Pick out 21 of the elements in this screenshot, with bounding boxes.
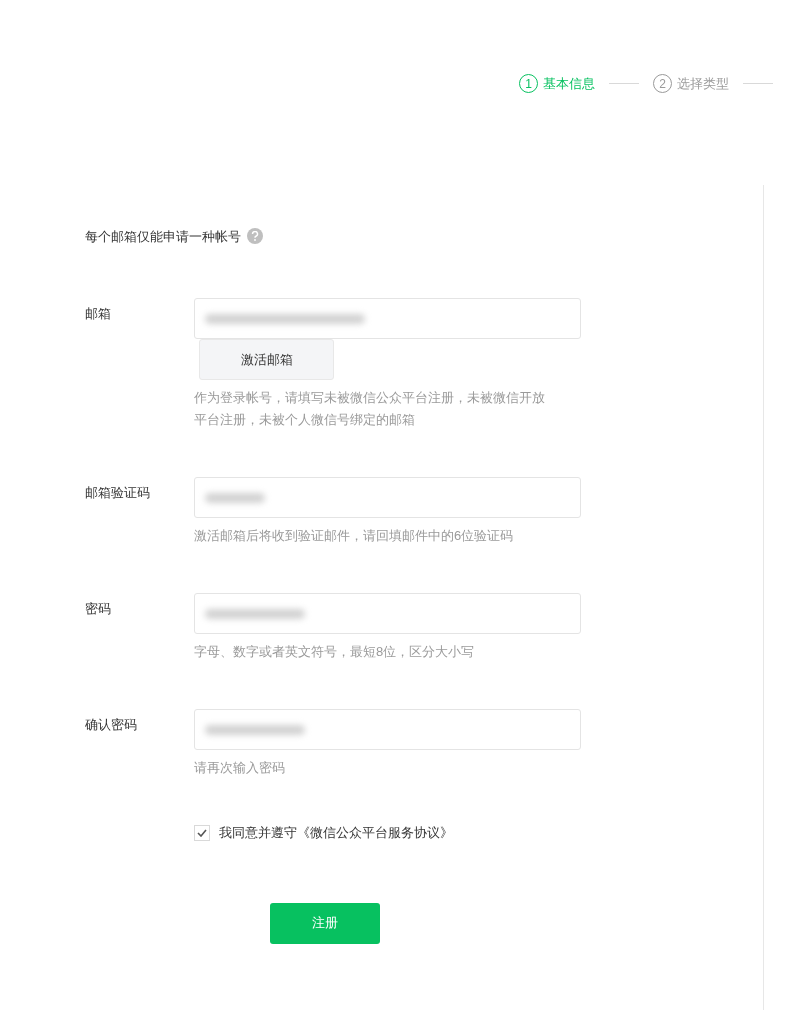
field-label: 邮箱验证码: [85, 484, 151, 502]
help-icon[interactable]: [247, 228, 263, 245]
field-label: 邮箱: [85, 305, 112, 323]
field-label: 密码: [85, 600, 112, 618]
field-hint: 字母、数字或者英文符号，最短8位，区分大小写: [194, 643, 476, 661]
activate-email-button[interactable]: 激活邮箱: [199, 339, 334, 380]
input-field[interactable]: [194, 298, 581, 339]
field-hint: 作为登录帐号，请填写未被微信公众平台注册，未被微信开放平台注册，未被个人微信号绑定的邮箱: [194, 389, 546, 429]
field-hint: 激活邮箱后将收到验证邮件，请回填邮件中的6位验证码: [194, 527, 515, 545]
step-label: 选择类型: [677, 75, 729, 93]
blurred-value: [205, 492, 265, 503]
input-field[interactable]: [194, 593, 581, 634]
input-field[interactable]: [194, 709, 581, 750]
account-note: 每个邮箱仅能申请一种帐号: [85, 227, 241, 246]
field-label: 确认密码: [85, 716, 138, 734]
step-label: 基本信息: [543, 75, 595, 93]
agreement-checkbox[interactable]: [194, 824, 210, 841]
agreement-text[interactable]: 我同意并遵守《微信公众平台服务协议》: [219, 823, 453, 843]
check-icon: [197, 828, 207, 837]
field-hint: 请再次输入密码: [194, 759, 286, 777]
input-field[interactable]: [194, 477, 581, 518]
